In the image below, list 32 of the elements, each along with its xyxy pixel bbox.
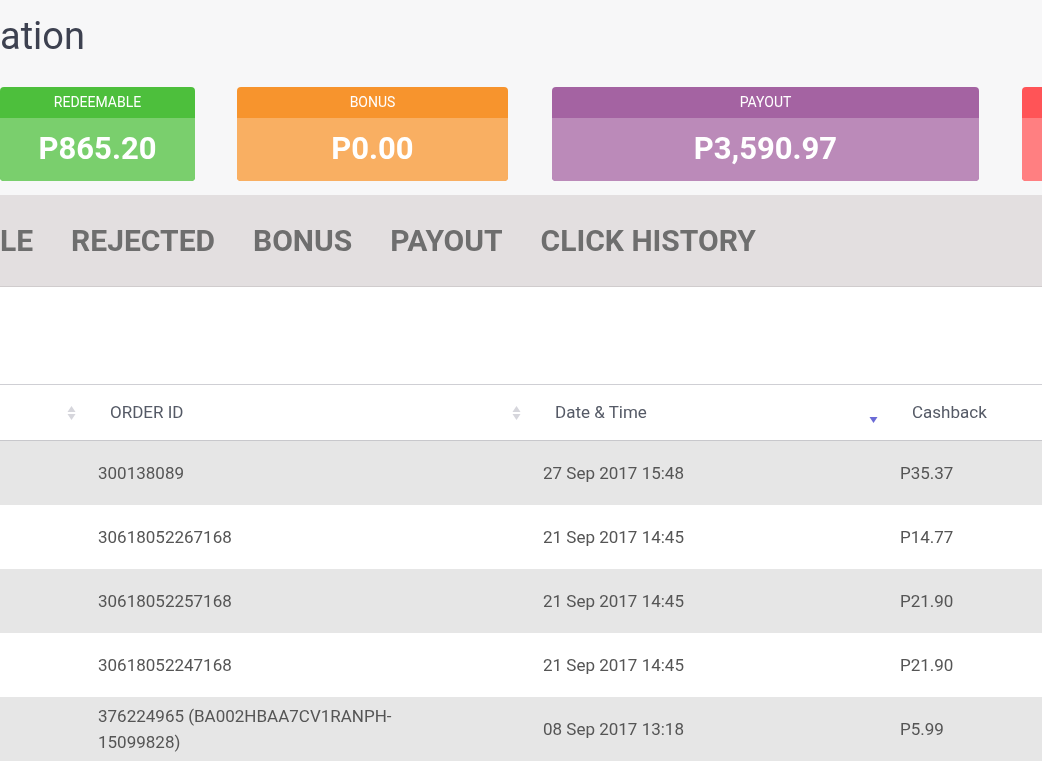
tab[interactable]: PAYOUT — [390, 225, 503, 256]
table-cell-text: P35.37 — [900, 462, 954, 485]
table-cell-text: P21.90 — [900, 654, 954, 677]
sort-icon[interactable] — [67, 404, 76, 421]
card-label: PAYOUT — [739, 93, 792, 112]
column-header[interactable]: Cashback — [912, 399, 987, 426]
card-amount: P865.20 — [38, 129, 157, 170]
sort-icon[interactable] — [512, 404, 521, 421]
table-cell-text: 21 Sep 2017 14:45 — [543, 654, 684, 677]
page-title: ation — [0, 13, 85, 60]
tab[interactable]: REJECTED — [71, 225, 215, 256]
table-cell-text: 376224965 (BA002HBAA7CV1RANPH-15099828) — [98, 705, 393, 754]
card-amount: P0.00 — [331, 129, 414, 170]
table-cell-text: 27 Sep 2017 15:48 — [543, 462, 684, 485]
tab[interactable]: BONUS — [253, 225, 353, 256]
column-header[interactable]: Date & Time — [555, 399, 647, 426]
table-cell-text: P5.99 — [900, 718, 944, 741]
column-header[interactable]: ORDER ID — [110, 399, 184, 426]
card-label: REDEEMABLE — [53, 93, 142, 112]
table-cell-text: 30618052247168 — [98, 654, 232, 677]
card-amount: P3,590.97 — [693, 129, 838, 170]
table-cell-text: 21 Sep 2017 14:45 — [543, 590, 684, 613]
table-cell-text: 30618052267168 — [98, 526, 232, 549]
table-cell-text: 300138089 — [98, 462, 184, 485]
tab[interactable]: CLICK HISTORY — [540, 225, 756, 256]
tab[interactable]: LE — [0, 225, 34, 256]
table-cell-text: P21.90 — [900, 590, 954, 613]
table-cell-text: P14.77 — [900, 526, 954, 549]
table-cell-text: 30618052257168 — [98, 590, 232, 613]
table-cell-text: 21 Sep 2017 14:45 — [543, 526, 684, 549]
card-label: BONUS — [349, 93, 396, 112]
table-cell-text: 08 Sep 2017 13:18 — [543, 718, 684, 741]
